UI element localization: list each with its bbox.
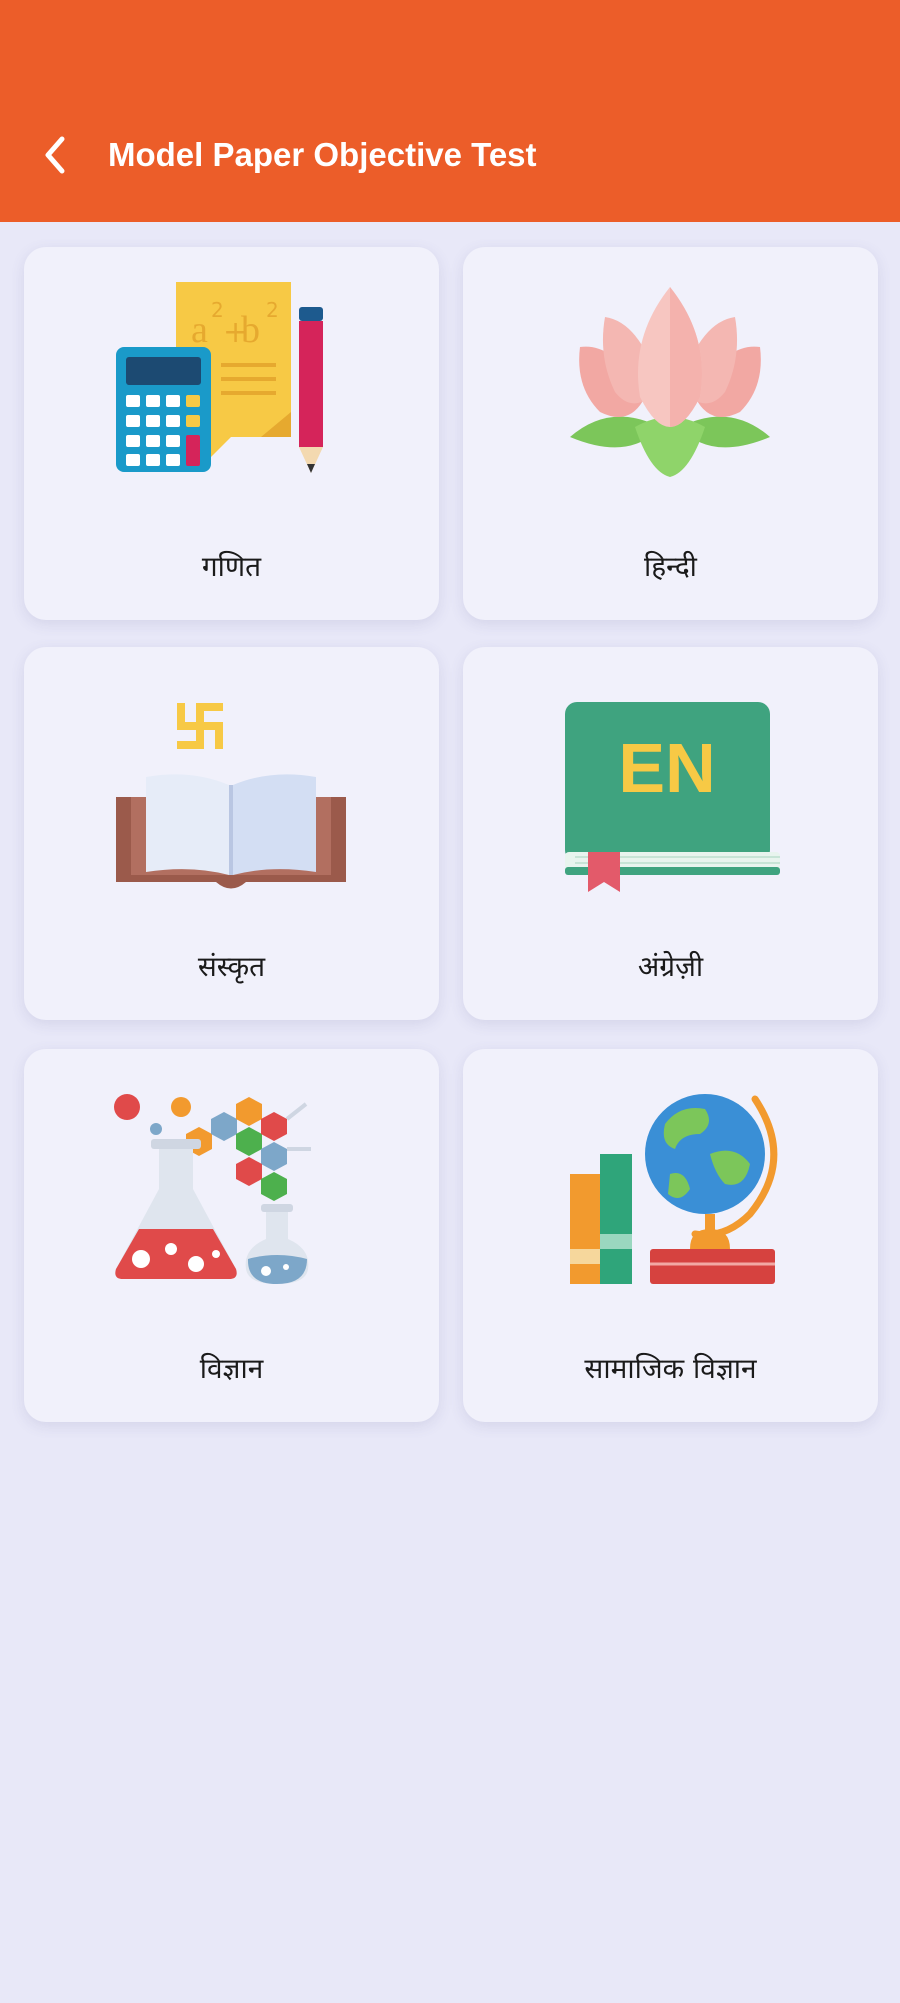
globe-books-icon <box>570 1094 778 1284</box>
subject-label-science: विज्ञान <box>199 1352 264 1385</box>
english-book-icon: EN <box>565 702 780 892</box>
subject-card-english[interactable]: EN अंग्रेज़ी <box>463 647 878 1020</box>
science-flask-icon <box>114 1094 311 1284</box>
subject-label-hindi: हिन्दी <box>644 550 697 583</box>
subject-label-math: गणित <box>201 550 262 583</box>
back-button[interactable] <box>30 125 80 185</box>
back-arrow-icon <box>45 136 65 174</box>
svg-text:2: 2 <box>211 298 224 322</box>
svg-text:EN: EN <box>618 729 715 807</box>
math-calculator-icon: a 2 + b 2 <box>116 282 323 473</box>
subject-label-sanskrit: संस्कृत <box>197 950 266 983</box>
subject-card-science[interactable]: विज्ञान <box>24 1049 439 1422</box>
svg-text:a: a <box>191 309 208 351</box>
subject-card-sanskrit[interactable]: संस्कृत <box>24 647 439 1020</box>
subject-label-social-science: सामाजिक विज्ञान <box>584 1352 757 1385</box>
subject-card-hindi[interactable]: हिन्दी <box>463 247 878 620</box>
svg-text:2: 2 <box>266 298 279 322</box>
open-book-swastika-icon <box>116 703 346 889</box>
lotus-icon <box>570 287 770 477</box>
page-title: Model Paper Objective Test <box>108 136 537 173</box>
subject-card-math[interactable]: a 2 + b 2 गणित <box>24 247 439 620</box>
subject-label-english: अंग्रेज़ी <box>637 950 704 983</box>
app-bar: Model Paper Objective Test <box>0 0 900 222</box>
svg-text:b: b <box>241 309 260 351</box>
subject-card-social-science[interactable]: सामाजिक विज्ञान <box>463 1049 878 1422</box>
